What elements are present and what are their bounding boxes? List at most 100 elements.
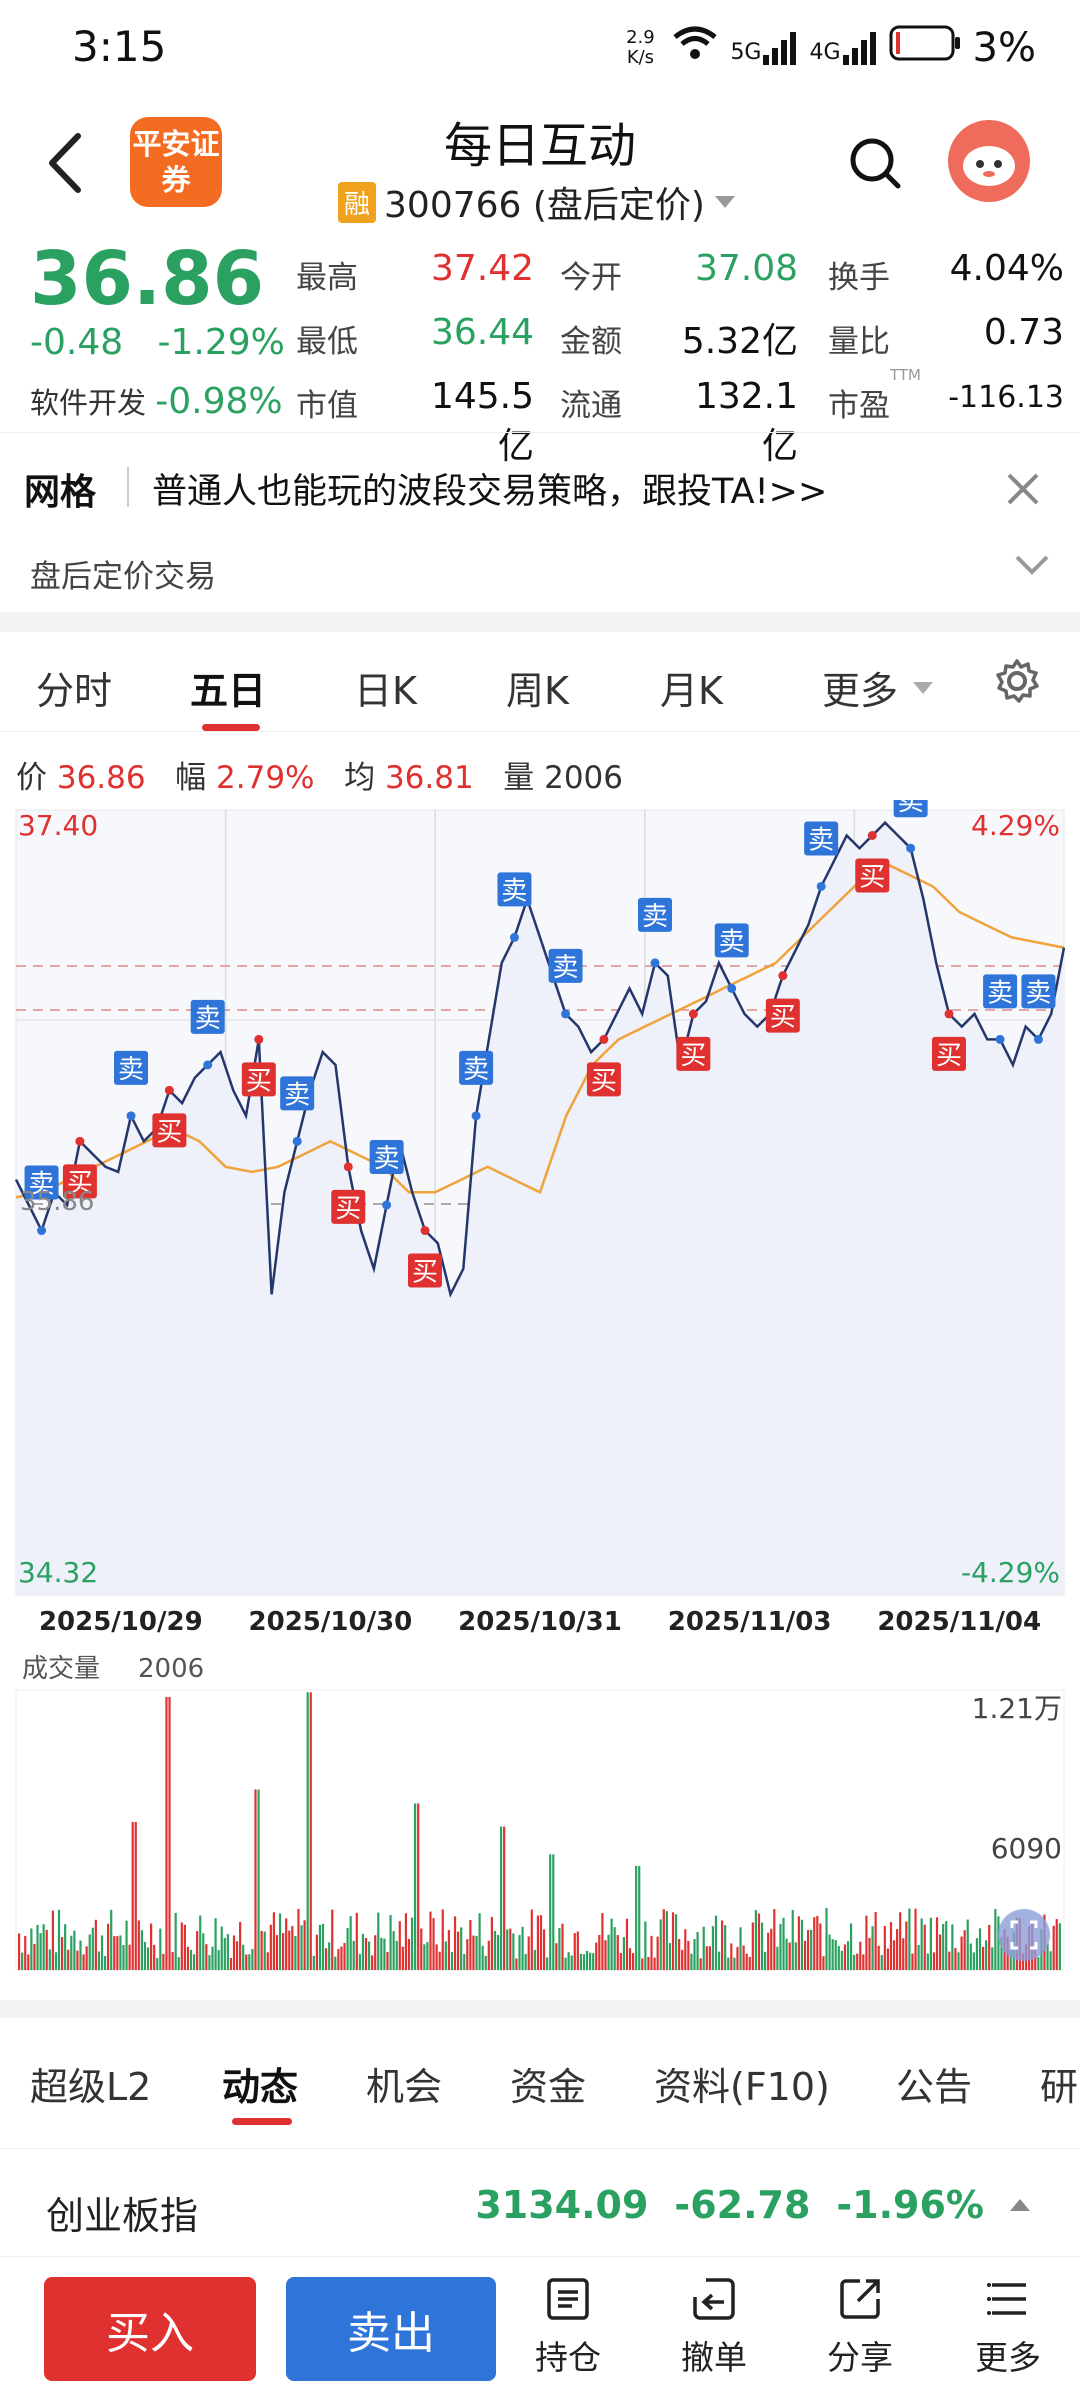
tab-announcements[interactable]: 公告 (896, 2056, 972, 2111)
volume-bar (457, 1931, 460, 1970)
volume-bar (831, 1939, 834, 1970)
stock-code-selector[interactable]: 融 300766 (盘后定价) (338, 176, 737, 228)
wifi-icon (672, 25, 718, 71)
signal-label: 买 (936, 1041, 962, 1071)
signal-dot (126, 1111, 136, 1121)
volume-bar (853, 1954, 856, 1970)
volume-bar (592, 1953, 595, 1970)
volume-bar (453, 1916, 457, 1970)
banner-link[interactable]: 普通人也能玩的波段交易策略，跟投TA!>> (152, 463, 827, 514)
pe-ttm-sup: TTM (890, 366, 922, 384)
expand-up-icon (1010, 2199, 1030, 2211)
function-tabs: 超级L2 动态 机会 资金 资料(F10) 公告 研 (0, 2000, 1080, 2125)
volume-bar (146, 1947, 150, 1970)
tab-weekly-k[interactable]: 周K (506, 660, 569, 715)
volume-bar (770, 1928, 773, 1970)
volume-bar (254, 1789, 257, 1970)
volume-bar (162, 1953, 165, 1970)
volume-bar (226, 1934, 229, 1970)
volume-bar (923, 1924, 926, 1970)
tab-monthly-k[interactable]: 月K (660, 660, 723, 715)
index-ticker[interactable]: 创业板指 3134.09 -62.78 -1.96% (0, 2148, 1080, 2258)
industry-change[interactable]: 软件开发 -0.98% (30, 380, 283, 422)
volume-bar (668, 1943, 672, 1970)
volume-bar (794, 1942, 797, 1970)
more-button[interactable]: 更多 (958, 2275, 1058, 2379)
after-hours-label[interactable]: 盘后定价交易 (30, 551, 216, 596)
search-button[interactable] (846, 134, 906, 194)
volume-bar (331, 1909, 334, 1970)
volume-bar (1058, 1923, 1061, 1970)
volume-bar (85, 1946, 88, 1970)
volume-bar (220, 1926, 223, 1970)
back-button[interactable] (40, 128, 100, 198)
volume-bar (635, 1865, 638, 1970)
cancel-order-button[interactable]: 撤单 (664, 2275, 764, 2379)
volume-bar (156, 1958, 159, 1970)
signal-label: 买 (412, 1258, 438, 1288)
volume-bar (546, 1957, 549, 1970)
signal-dot (471, 1111, 481, 1121)
tab-intraday[interactable]: 分时 (36, 660, 112, 715)
volume-bar (951, 1924, 954, 1970)
chart-settings-button[interactable] (994, 658, 1040, 708)
volume-bar (325, 1948, 328, 1970)
volume-bar (199, 1915, 202, 1970)
volume-bar (859, 1941, 862, 1970)
banner-tag: 网格 (24, 472, 97, 513)
banner-close-button[interactable] (1005, 463, 1041, 519)
signal-dot (420, 1226, 430, 1236)
tab-capital[interactable]: 资金 (510, 2056, 586, 2111)
volume-bar (868, 1937, 871, 1970)
fullscreen-button[interactable] (998, 1909, 1050, 1961)
volume-bar (297, 1908, 300, 1970)
positions-button[interactable]: 持仓 (518, 2275, 618, 2379)
volume-bar (539, 1915, 543, 1970)
volume-bar (266, 1952, 269, 1970)
tab-research[interactable]: 研 (1040, 2056, 1078, 2111)
volume-bar (285, 1918, 288, 1970)
volume-bar (128, 1944, 131, 1970)
after-hours-expand[interactable] (1014, 545, 1050, 586)
volume-bar (509, 1928, 512, 1970)
volume-bar (644, 1921, 647, 1970)
volume-bar (346, 1927, 349, 1970)
volume-bar (800, 1919, 804, 1970)
margin-badge: 融 (338, 181, 377, 223)
tab-more[interactable]: 更多 (822, 660, 934, 715)
volume-bar (205, 1944, 208, 1970)
tab-dynamics[interactable]: 动态 (222, 2056, 298, 2111)
volume-bar (159, 1928, 162, 1970)
five-day-chart[interactable]: 卖买卖买卖买 卖买卖买卖卖卖买卖买卖买卖买卖买卖卖 37.40 34.32 35.… (0, 800, 1080, 1990)
status-time: 3:15 (72, 22, 167, 71)
volume-bar (472, 1935, 475, 1970)
volume-bar (288, 1930, 291, 1970)
volume-bar (846, 1941, 850, 1970)
volume-bar (555, 1943, 558, 1970)
share-label: 分享 (827, 2338, 893, 2377)
volume-bar (355, 1912, 358, 1970)
signal-label: 买 (156, 1117, 182, 1147)
signal-label: 买 (859, 862, 885, 892)
high-value: 37.42 (430, 248, 534, 289)
tab-opportunity[interactable]: 机会 (366, 2056, 442, 2111)
tab-five-day[interactable]: 五日 (190, 660, 266, 715)
assistant-avatar[interactable] (948, 120, 1030, 202)
volume-bar (671, 1912, 675, 1970)
volume-bar (312, 1955, 315, 1970)
sell-button[interactable]: 卖出 (286, 2277, 496, 2381)
volume-bar (30, 1928, 33, 1970)
pe-value: -116.13 (948, 380, 1064, 415)
buy-button[interactable]: 买入 (44, 2277, 256, 2381)
volume-bar (417, 1803, 420, 1970)
volume-bar (48, 1949, 51, 1970)
tab-super-l2[interactable]: 超级L2 (30, 2056, 151, 2111)
section-separator (0, 612, 1080, 632)
volume-bar (165, 1696, 168, 1970)
tab-f10[interactable]: 资料(F10) (654, 2056, 830, 2111)
share-button[interactable]: 分享 (810, 2275, 910, 2379)
volume-bar (788, 1942, 791, 1970)
tab-daily-k[interactable]: 日K (354, 660, 417, 715)
volume-bar (598, 1935, 601, 1970)
volume-bar (447, 1930, 450, 1970)
